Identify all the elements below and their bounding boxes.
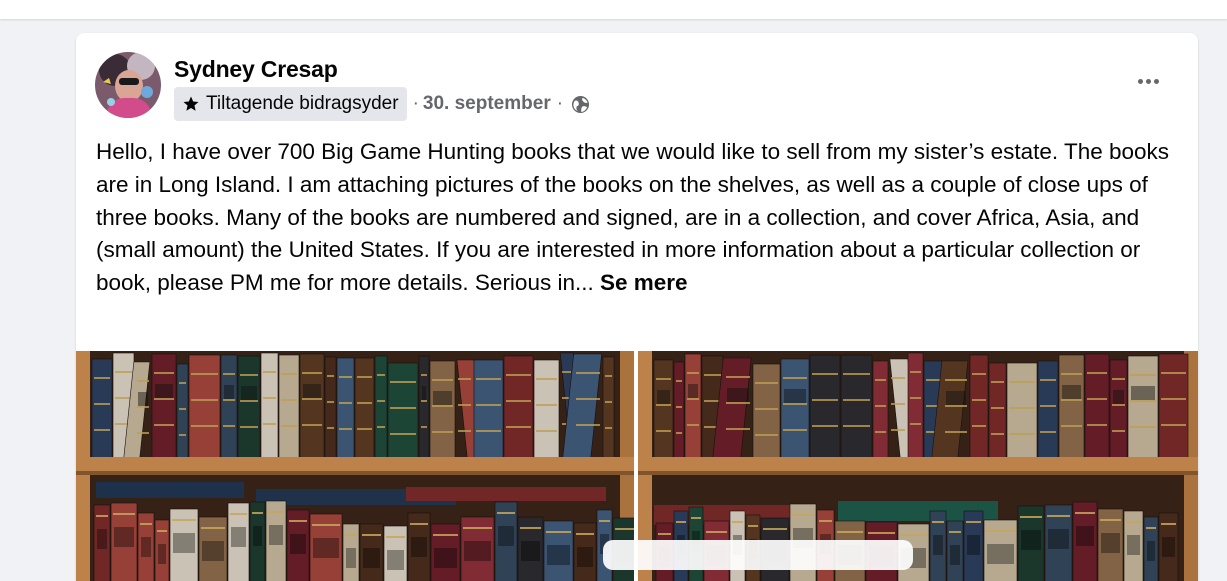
top-navigation-bar bbox=[0, 0, 1227, 19]
badge-label: Tiltagende bidragsyder bbox=[206, 93, 399, 114]
post-meta: Tiltagende bidragsyder · 30. september · bbox=[174, 87, 590, 121]
author-name[interactable]: Sydney Cresap bbox=[174, 56, 338, 83]
bookshelf-photo-left[interactable] bbox=[76, 351, 634, 581]
see-more-link[interactable]: Se mere bbox=[600, 270, 688, 295]
more-options-button[interactable] bbox=[1126, 66, 1170, 96]
photo-overlay-pill bbox=[603, 540, 913, 570]
star-icon bbox=[183, 96, 199, 111]
ellipsis-icon bbox=[1137, 78, 1143, 84]
meta-separator: · bbox=[412, 93, 419, 114]
author-avatar[interactable] bbox=[95, 52, 161, 118]
post-text: Hello, I have over 700 Big Game Hunting … bbox=[96, 136, 1176, 300]
meta-separator: · bbox=[556, 93, 564, 114]
contributor-badge[interactable]: Tiltagende bidragsyder bbox=[174, 87, 407, 121]
globe-icon bbox=[571, 95, 590, 114]
post-date[interactable]: 30. september bbox=[423, 93, 551, 115]
post-card: Sydney Cresap Tiltagende bidragsyder · 3… bbox=[76, 33, 1198, 581]
